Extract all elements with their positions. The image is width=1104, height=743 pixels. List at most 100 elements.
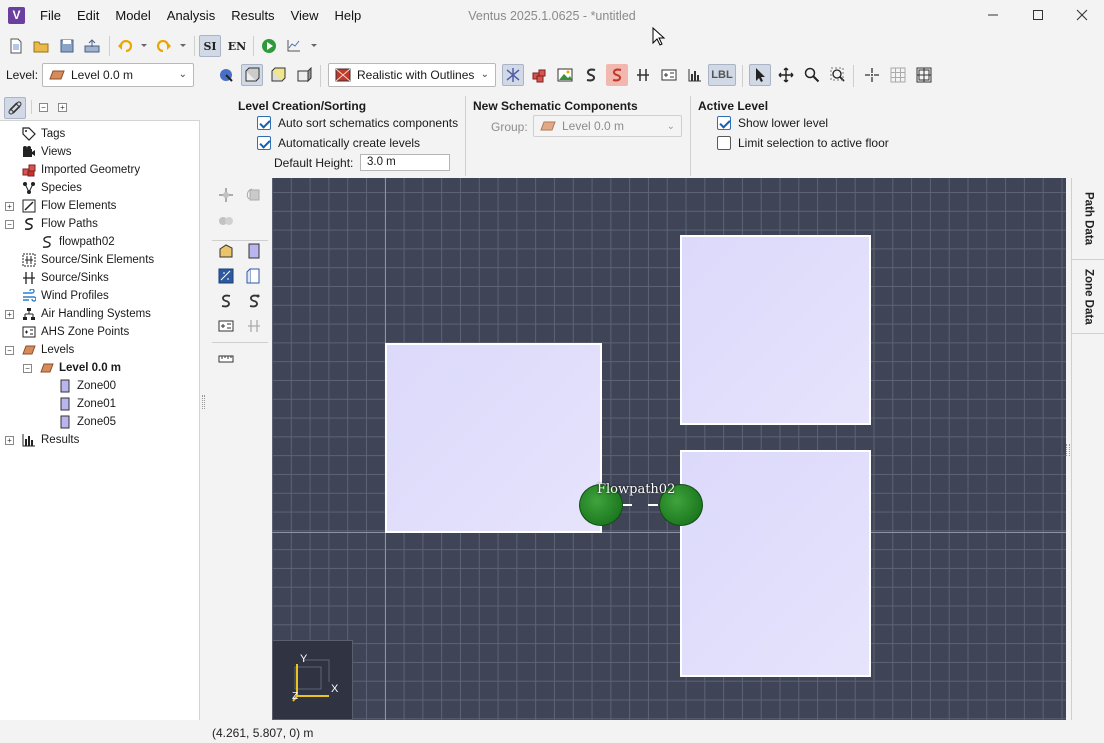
tree-item-zone05[interactable]: Zone05 xyxy=(58,413,116,431)
rotate-tool-button[interactable] xyxy=(244,185,264,205)
draw-ahs-button[interactable] xyxy=(216,316,236,336)
tree-item-air-handling-systems[interactable]: Air Handling Systems xyxy=(22,305,151,323)
tab-path-data[interactable]: Path Data xyxy=(1072,178,1104,260)
tree-item-results[interactable]: Results xyxy=(22,431,79,449)
view-side-button[interactable] xyxy=(293,64,315,86)
tree-item-ahs-zone-points[interactable]: AHS Zone Points xyxy=(22,323,129,341)
close-button[interactable] xyxy=(1059,0,1104,30)
render-mode-select[interactable]: Realistic with Outlines ⌄ xyxy=(328,63,496,87)
expand-toggle[interactable]: + xyxy=(5,310,14,319)
tree-item-zone00[interactable]: Zone00 xyxy=(58,377,116,395)
si-units-button[interactable]: SI xyxy=(199,35,221,57)
minimize-button[interactable] xyxy=(970,0,1016,30)
menu-analysis[interactable]: Analysis xyxy=(159,0,223,32)
tree-item-views[interactable]: Views xyxy=(22,143,71,161)
show-lower-level-checkbox[interactable]: Show lower level xyxy=(717,116,828,130)
run-simulation-button[interactable] xyxy=(258,35,280,57)
undo-button[interactable] xyxy=(116,35,148,57)
tree-item-imported-geometry[interactable]: Imported Geometry xyxy=(22,161,140,179)
zone-rect[interactable] xyxy=(680,235,871,425)
show-duct-paths-button[interactable] xyxy=(606,64,628,86)
show-ahs-button[interactable] xyxy=(658,64,680,86)
cube-front-icon xyxy=(271,67,286,82)
collapse-all-button[interactable]: − xyxy=(39,103,48,112)
tree-item-tags[interactable]: Tags xyxy=(22,125,65,143)
axis-x-label: X xyxy=(331,683,339,695)
maximize-button[interactable] xyxy=(1015,0,1061,30)
show-geometry-button[interactable] xyxy=(528,64,550,86)
menu-results[interactable]: Results xyxy=(223,0,282,32)
measure-tool-button[interactable] xyxy=(216,349,236,369)
link-icon xyxy=(8,101,22,115)
tree-item-source-sinks[interactable]: Source/Sinks xyxy=(22,269,109,287)
draw-ambient-button[interactable] xyxy=(216,266,236,286)
draw-source-sink-button[interactable] xyxy=(244,316,264,336)
zone-rect[interactable] xyxy=(385,343,602,533)
tab-zone-data[interactable]: Zone Data xyxy=(1072,260,1104,334)
draw-flowpath-button[interactable] xyxy=(216,291,236,311)
collapse-toggle[interactable]: − xyxy=(5,220,14,229)
menu-model[interactable]: Model xyxy=(107,0,158,32)
zoom-tool-button[interactable] xyxy=(801,64,823,86)
view-select-button[interactable] xyxy=(215,64,237,86)
fit-view-button[interactable] xyxy=(913,64,935,86)
tree-item-species[interactable]: Species xyxy=(22,179,82,197)
tree-item-flowpath02[interactable]: flowpath02 xyxy=(40,233,115,251)
export-button[interactable] xyxy=(81,35,103,57)
schematic-canvas[interactable]: Flowpath02 Y X Z xyxy=(272,178,1066,720)
show-labels-button[interactable]: LBL xyxy=(708,64,736,86)
show-image-button[interactable] xyxy=(554,64,576,86)
panel-splitter[interactable] xyxy=(1066,444,1070,456)
view-front-button[interactable] xyxy=(267,64,289,86)
auto-sort-checkbox[interactable]: Auto sort schematics components xyxy=(257,116,458,130)
menu-help[interactable]: Help xyxy=(327,0,370,32)
collapse-toggle[interactable]: − xyxy=(23,364,32,373)
select-tool-button[interactable] xyxy=(749,64,771,86)
tree-item-flow-paths[interactable]: Flow Paths xyxy=(22,215,98,233)
default-height-input[interactable]: 3.0 m xyxy=(360,154,450,171)
tree-item-zone01[interactable]: Zone01 xyxy=(58,395,116,413)
en-units-button[interactable]: EN xyxy=(226,35,248,57)
show-results-button[interactable] xyxy=(684,64,706,86)
tree-item-level-0[interactable]: Level 0.0 m xyxy=(40,359,121,377)
menu-file[interactable]: File xyxy=(32,0,69,32)
zone-icon xyxy=(58,415,72,429)
mirror-tool-button[interactable] xyxy=(216,211,236,231)
limit-selection-checkbox[interactable]: Limit selection to active floor xyxy=(717,136,889,150)
grid-button[interactable] xyxy=(887,64,909,86)
tree-item-levels[interactable]: Levels xyxy=(22,341,74,359)
open-file-button[interactable] xyxy=(30,35,52,57)
tree-item-wind-profiles[interactable]: Wind Profiles xyxy=(22,287,109,305)
show-sources-button[interactable] xyxy=(632,64,654,86)
new-file-button[interactable] xyxy=(5,35,27,57)
level-select[interactable]: Level 0.0 m ⌄ xyxy=(42,63,194,87)
tree-view-mode-button[interactable] xyxy=(4,97,26,119)
zone-rect[interactable] xyxy=(680,450,871,677)
draw-duct-button[interactable] xyxy=(244,291,264,311)
snap-button[interactable] xyxy=(861,64,883,86)
save-button[interactable] xyxy=(56,35,78,57)
move-tool-button[interactable] xyxy=(216,185,236,205)
group-select[interactable]: Level 0.0 m ⌄ xyxy=(533,115,682,137)
zoom-extents-button[interactable] xyxy=(827,64,849,86)
draw-zone-button[interactable] xyxy=(244,241,264,261)
expand-toggle[interactable]: + xyxy=(5,436,14,445)
menu-view[interactable]: View xyxy=(283,0,327,32)
network-icon xyxy=(506,68,520,82)
collapse-toggle[interactable]: − xyxy=(5,346,14,355)
menu-edit[interactable]: Edit xyxy=(69,0,107,32)
tree-item-flow-elements[interactable]: Flow Elements xyxy=(22,197,116,215)
pan-tool-button[interactable] xyxy=(775,64,797,86)
tree-item-source-sink-elements[interactable]: Source/Sink Elements xyxy=(22,251,154,269)
auto-create-levels-checkbox[interactable]: Automatically create levels xyxy=(257,136,420,150)
show-paths-button[interactable] xyxy=(580,64,602,86)
draw-phantom-zone-button[interactable] xyxy=(244,266,264,286)
expand-all-button[interactable]: + xyxy=(58,103,67,112)
chart-dropdown-button[interactable] xyxy=(284,35,320,57)
tree-item-label: Levels xyxy=(41,344,75,356)
redo-button[interactable] xyxy=(155,35,187,57)
draw-wall-button[interactable] xyxy=(216,241,236,261)
expand-toggle[interactable]: + xyxy=(5,202,14,211)
view-top-button[interactable] xyxy=(241,64,263,86)
show-network-button[interactable] xyxy=(502,64,524,86)
